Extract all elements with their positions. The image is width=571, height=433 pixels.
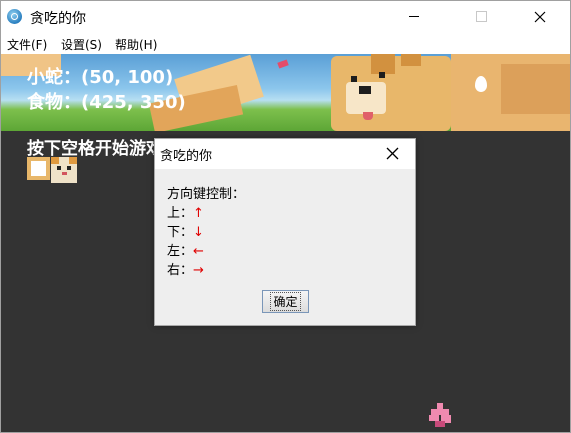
close-icon	[534, 11, 545, 22]
start-hint: 按下空格开始游戏	[27, 139, 163, 159]
menu-bar: 文件(F) 设置(S) 帮助(H)	[1, 32, 570, 54]
controls-dialog: 贪吃的你 方向键控制： 上：↑ 下：↓ 左：← 右：→ 确定	[154, 138, 416, 326]
snake-body-segment	[27, 157, 50, 180]
snake-position-label: 小蛇：(50, 100)	[27, 67, 174, 88]
maximize-button[interactable]	[459, 1, 504, 32]
minimize-icon	[408, 16, 419, 17]
snake-head	[51, 157, 77, 183]
menu-file[interactable]: 文件(F)	[7, 36, 47, 53]
menu-help[interactable]: 帮助(H)	[115, 36, 157, 53]
control-down: 下：↓	[167, 221, 204, 240]
control-up: 上：↑	[167, 202, 204, 221]
window-title: 贪吃的你	[30, 11, 86, 27]
arrow-down-icon: ↓	[193, 225, 204, 240]
maximize-icon	[476, 11, 487, 22]
dialog-heading: 方向键控制：	[167, 187, 246, 202]
drop-icon	[475, 76, 487, 92]
food-position-label: 食物：(425, 350)	[27, 92, 186, 113]
control-label: 左：	[167, 244, 194, 259]
game-window: 贪吃的你 文件(F) 设置(S) 帮助(H) 小蛇：(50, 100) 食物：(…	[0, 0, 571, 433]
dialog-title: 贪吃的你	[160, 149, 213, 164]
title-bar[interactable]: 贪吃的你	[1, 1, 570, 32]
minimize-button[interactable]	[391, 1, 436, 32]
control-left: 左：←	[167, 240, 204, 259]
food-item	[429, 403, 451, 427]
arrow-left-icon: ←	[193, 244, 204, 259]
menu-settings[interactable]: 设置(S)	[61, 36, 102, 53]
control-right: 右：→	[167, 259, 204, 278]
dialog-body: 方向键控制： 上：↑ 下：↓ 左：← 右：→ 确定	[155, 169, 415, 325]
app-snake-icon	[7, 9, 22, 24]
arrow-right-icon: →	[193, 263, 204, 278]
control-label: 下：	[167, 225, 194, 240]
ok-button-label: 确定	[270, 292, 301, 311]
control-label: 右：	[167, 263, 194, 278]
banner-image: 小蛇：(50, 100) 食物：(425, 350)	[1, 54, 570, 131]
control-label: 上：	[167, 206, 194, 221]
heart-icon	[277, 59, 289, 69]
arrow-up-icon: ↑	[193, 206, 204, 221]
ok-button[interactable]: 确定	[262, 290, 309, 313]
close-button[interactable]	[517, 1, 562, 32]
close-icon	[386, 147, 398, 159]
dialog-close-button[interactable]	[381, 143, 403, 163]
